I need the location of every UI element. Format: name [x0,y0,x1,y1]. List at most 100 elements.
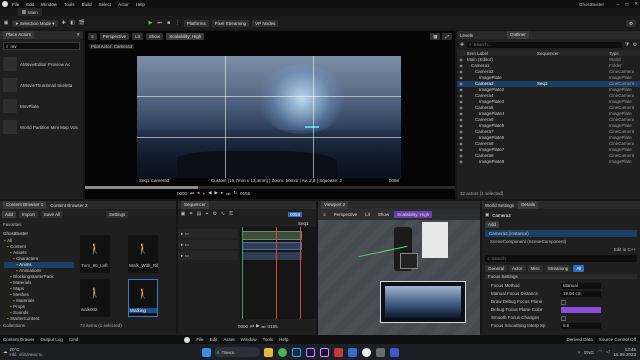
filter-all[interactable]: All [573,265,585,272]
wifi-icon[interactable]: ◠ [598,349,602,355]
start-icon[interactable] [201,347,211,357]
platforms-button[interactable]: Platforms [183,19,209,27]
menu-file[interactable]: File [12,2,19,7]
bottom-menu-asset[interactable]: Asset [223,337,234,342]
unreal-taskbar-icon[interactable] [361,347,371,357]
camera-icon[interactable]: ⌗ [188,211,194,217]
save-icon[interactable]: ▣ [3,20,9,26]
save-all-button[interactable]: Save All [40,211,64,218]
track-row[interactable]: ▸ ▭ [178,251,238,260]
pixel-streaming-button[interactable]: Pixel Streaming [211,19,250,27]
viewport2-lit-button[interactable]: Lit [362,211,373,218]
chrome-icon[interactable] [277,347,287,357]
col-item-label[interactable]: Item Label [467,51,537,56]
blueprint-icon[interactable]: ◧ [70,20,76,26]
details-component-row[interactable]: SceneComponent (SceneComponent) [490,239,566,244]
visibility-eye-icon[interactable]: ◉ [457,159,465,165]
explorer-icon[interactable] [263,347,273,357]
level-tab[interactable]: Main [18,8,42,16]
main-viewport[interactable]: ≡ Perspective Lit Show Scalability: High… [85,31,455,199]
close-icon[interactable]: ✕ [76,32,80,38]
maximize-viewport-button[interactable]: ⤢ [442,33,452,40]
clock-date[interactable]: 15.06.2023 [613,352,636,357]
asset-tile-selected[interactable]: 🚶 Walking [128,279,158,317]
weather-widget[interactable]: ☁ 20°C Hbl. облачность [0,347,80,357]
property-value[interactable] [561,299,566,305]
col-type[interactable]: Type [609,51,619,56]
menu-build[interactable]: Build [82,2,92,7]
lock-icon[interactable]: ⚿ [228,211,234,217]
filter-streaming[interactable]: Streaming [544,265,572,272]
save-icon[interactable]: ▣ [180,211,186,217]
asset-tile[interactable]: 🚶 walk002 [80,279,110,317]
menu-actor[interactable]: Actor [118,2,129,7]
bottom-menu-edit[interactable]: Edit [210,337,218,342]
viewport2-panel[interactable]: Viewport 2 ≡ Perspective Lit Show Scalab… [318,201,480,335]
viewport-timebar[interactable] [85,186,455,189]
tab-content-browser-1[interactable]: Content Browser 1 [3,201,47,209]
place-actor-item[interactable]: AMovieThumbnail Skeleta [3,76,81,94]
property-value[interactable] [561,315,566,321]
property-value[interactable] [561,307,601,313]
chevron-up-icon[interactable]: ˄ [578,350,581,355]
prev-key-icon[interactable]: ◂ [197,190,199,196]
stop-icon[interactable]: ■ [166,20,172,26]
viewport2-title[interactable]: Viewport 2 [321,201,349,209]
settings-button[interactable]: ⚙ [625,19,636,27]
add-actor-icon[interactable]: ✚ [61,20,67,26]
content-tree-folder[interactable]: ▪ StarterContent [4,316,74,322]
place-actor-item[interactable]: AMovieEditor Preview Ac [3,55,81,73]
app-icon[interactable] [333,347,343,357]
play-icon[interactable]: ▶ [256,323,259,329]
menu-help[interactable]: Help [136,2,145,7]
collections-header[interactable]: Collections [3,323,25,328]
render-icon[interactable]: ▤ [196,211,202,217]
show-button[interactable]: Show [145,33,164,40]
skip-back-icon[interactable]: ⏮ [190,191,194,196]
filter-actor[interactable]: Actor [509,265,526,272]
project-header[interactable]: GhostBuster [3,231,28,236]
lit-button[interactable]: Lit [132,33,143,40]
place-actor-item[interactable]: World Partition Mini Map Volu [3,118,81,136]
menu-window[interactable]: Window [41,2,57,7]
details-edit-cpp[interactable]: Edit in C++ [614,247,636,252]
details-search[interactable]: ⌕ Search [485,255,637,262]
scalability-button[interactable]: Scalability: High [166,33,205,40]
next-key-icon[interactable]: ▸ [221,190,223,196]
add-icon[interactable]: ✚ [459,42,465,48]
playhead[interactable] [276,227,277,319]
play-icon[interactable]: ▶ [148,20,154,26]
maximize-icon[interactable]: □ [626,2,629,7]
bottom-menu-file[interactable]: File [196,337,203,342]
property-value[interactable]: 8.0 [561,323,601,329]
menu-edit[interactable]: Edit [26,2,34,7]
snap-icon[interactable]: ⌖ [204,211,210,217]
favorites-header[interactable]: Favorites [3,222,22,227]
app-icon[interactable] [389,347,399,357]
vp-nodes-button[interactable]: VP Nodes [252,19,279,27]
add-button[interactable]: Add [2,211,17,218]
grid-snap-button[interactable]: ▦ [430,33,441,40]
play-reverse-icon[interactable]: ◀ [208,190,211,196]
cmd-button[interactable]: Cmd [69,337,79,342]
perspective-button[interactable]: Perspective [99,33,130,40]
outliner-row[interactable]: ◉ ImagePlate8 ImagePlate [457,159,640,165]
unreal-logo-icon[interactable] [2,1,8,7]
bottom-menu-window[interactable]: Window [241,337,257,342]
tab-world-settings[interactable]: World Settings [485,203,514,208]
viewport2-show-button[interactable]: Show [374,211,393,218]
source-control[interactable]: Source Control Off [599,337,636,342]
prev-frame-icon[interactable]: ⏮ [250,324,254,329]
sequencer-section[interactable] [242,252,302,260]
curve-icon[interactable]: ∿ [220,211,226,217]
content-drawer-button[interactable]: Content Drawer [3,337,35,342]
asset-tile[interactable]: 🚶 Walk_With_Rifle [128,235,158,273]
settings-icon[interactable]: ⚙ [632,42,638,48]
premiere-icon[interactable] [305,347,315,357]
tab-levels[interactable]: Levels [460,33,473,38]
app-icon[interactable] [347,347,357,357]
volume-icon[interactable]: ◁ [606,349,609,355]
viewport-menu-button[interactable]: ≡ [88,33,97,40]
property-value[interactable]: 19.04 cm [561,291,601,297]
property-value[interactable]: Manual [561,283,601,289]
